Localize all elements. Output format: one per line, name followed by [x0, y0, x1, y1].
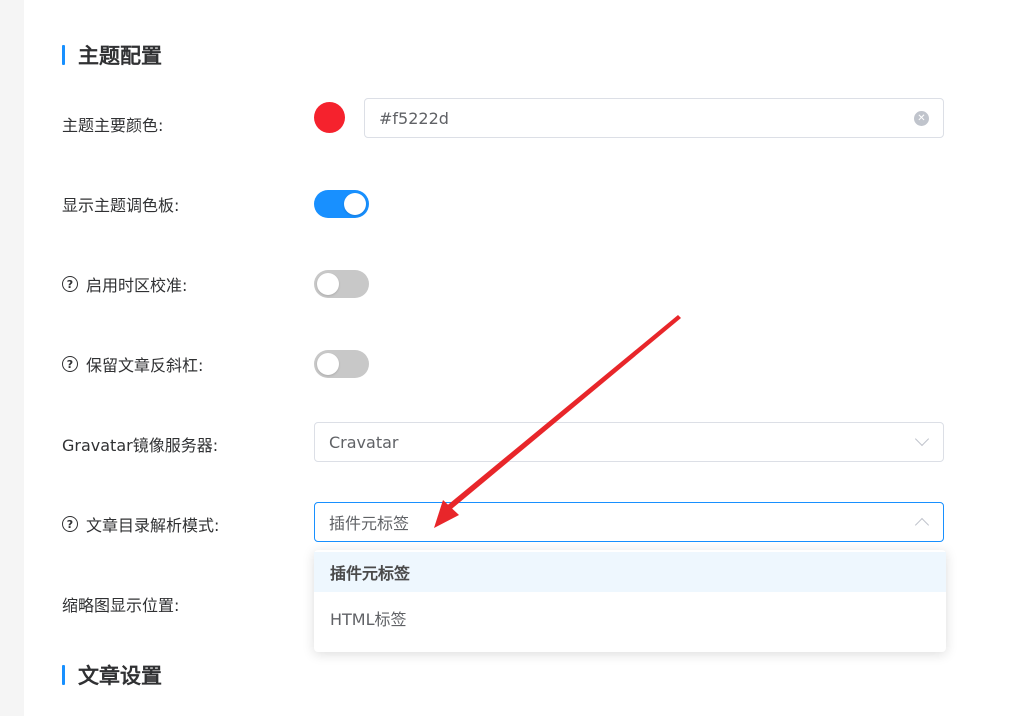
- dropdown-option-plugin-meta[interactable]: 插件元标签: [314, 552, 946, 592]
- dropdown-option-label: 插件元标签: [330, 564, 411, 583]
- section-title-article: 文章设置: [62, 660, 162, 690]
- chevron-up-icon: [914, 517, 930, 533]
- annotation-arrow-shaft: [444, 315, 681, 512]
- backslash-toggle[interactable]: [314, 350, 369, 378]
- timezone-label: ? 启用时区校准:: [62, 272, 187, 296]
- question-circle-icon[interactable]: ?: [62, 356, 78, 372]
- primary-color-value: #f5222d: [379, 108, 449, 128]
- question-circle-icon[interactable]: ?: [62, 516, 78, 532]
- toggle-knob: [317, 273, 339, 295]
- primary-color-label: 主题主要颜色:: [62, 112, 163, 136]
- gravatar-selected-value: Cravatar: [329, 432, 399, 452]
- color-picker-swatch[interactable]: [314, 102, 345, 133]
- clear-icon[interactable]: ✕: [914, 111, 929, 126]
- toggle-knob: [344, 193, 366, 215]
- primary-color-label-text: 主题主要颜色:: [62, 116, 164, 135]
- thumbnail-position-label-text: 缩略图显示位置:: [62, 596, 180, 615]
- gravatar-label-text: Gravatar镜像服务器:: [62, 436, 219, 455]
- backslash-label: ? 保留文章反斜杠:: [62, 352, 203, 376]
- gravatar-label: Gravatar镜像服务器:: [62, 432, 218, 456]
- section-title-theme: 主题配置: [62, 40, 162, 70]
- toggle-knob: [317, 353, 339, 375]
- section-title-text: 文章设置: [78, 664, 162, 688]
- toc-mode-selected-value: 插件元标签: [329, 514, 410, 533]
- section-accent-bar: [62, 45, 65, 65]
- backslash-label-text: 保留文章反斜杠:: [86, 356, 204, 375]
- toc-mode-select[interactable]: 插件元标签: [314, 502, 944, 542]
- timezone-label-text: 启用时区校准:: [86, 276, 188, 295]
- question-circle-icon[interactable]: ?: [62, 276, 78, 292]
- dropdown-option-html-tag[interactable]: HTML标签: [314, 598, 946, 638]
- show-palette-label-text: 显示主题调色板:: [62, 196, 180, 215]
- show-palette-toggle[interactable]: [314, 190, 369, 218]
- show-palette-label: 显示主题调色板:: [62, 192, 179, 216]
- section-title-text: 主题配置: [78, 44, 162, 68]
- timezone-toggle[interactable]: [314, 270, 369, 298]
- chevron-down-icon: [914, 431, 930, 447]
- primary-color-input[interactable]: #f5222d ✕: [364, 98, 944, 138]
- toc-mode-label: ? 文章目录解析模式:: [62, 512, 219, 536]
- toc-mode-label-text: 文章目录解析模式:: [86, 516, 220, 535]
- section-accent-bar: [62, 665, 65, 685]
- gravatar-select[interactable]: Cravatar: [314, 422, 944, 462]
- toc-mode-dropdown: 插件元标签 HTML标签: [314, 550, 946, 652]
- dropdown-option-label: HTML标签: [330, 610, 407, 629]
- left-sidebar-edge: [0, 0, 24, 716]
- thumbnail-position-label: 缩略图显示位置:: [62, 592, 179, 616]
